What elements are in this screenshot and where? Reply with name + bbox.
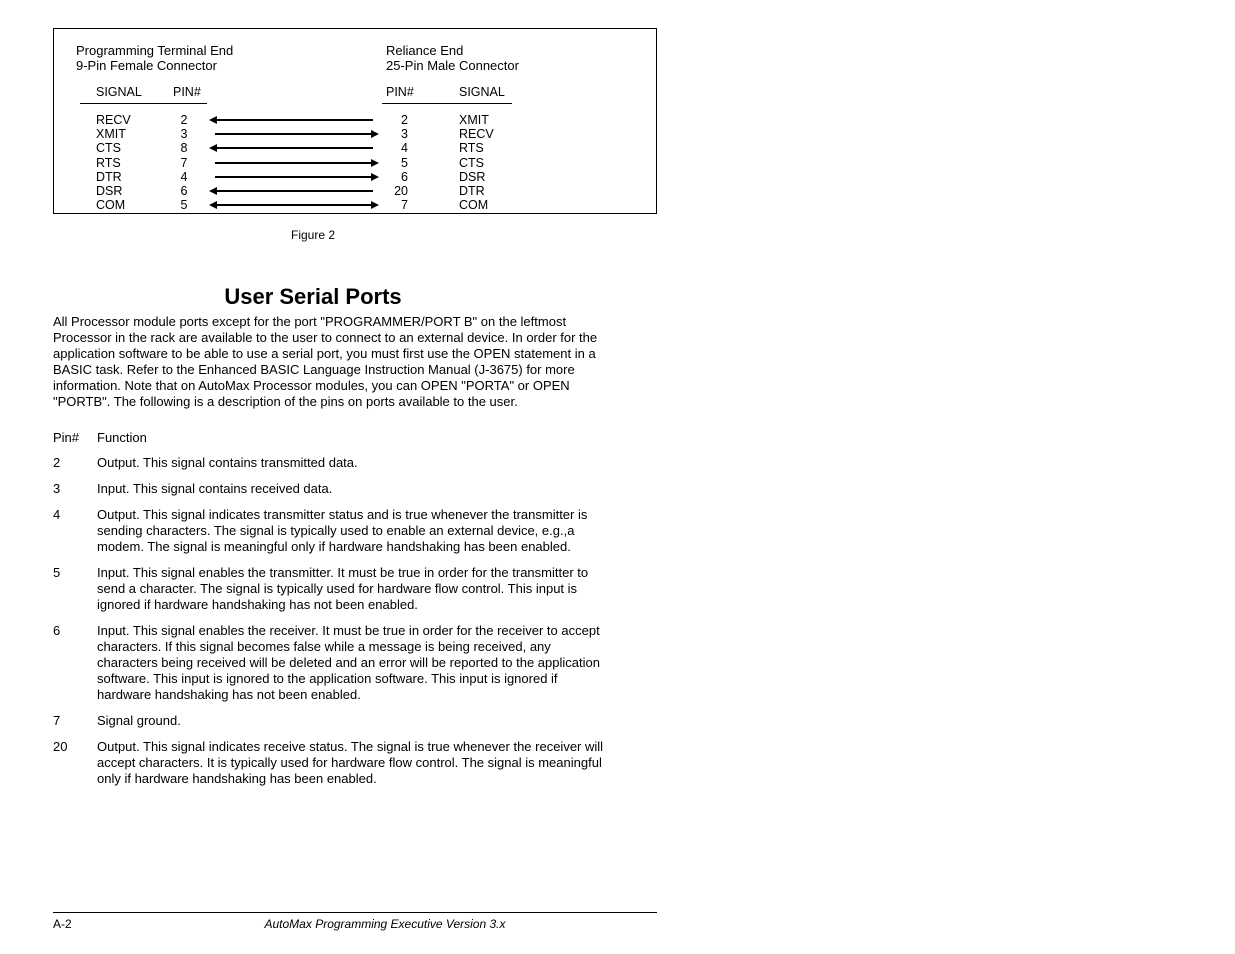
pin-function-text: Output. This signal contains transmitted… [97,455,613,471]
col-header-signal-left: SIGNAL [96,85,142,99]
pin-number: 6 [53,623,97,703]
signal-left: COM [96,198,125,212]
pin-function-row: 6Input. This signal enables the receiver… [53,623,613,703]
pin-function-row: 4Output. This signal indicates transmitt… [53,507,613,555]
diagram-row: COM 5 7 COM [76,198,634,212]
pin-right: 20 [394,184,408,198]
pin-left: 3 [179,127,189,141]
left-header-line1: Programming Terminal End [76,43,233,58]
right-connector-header: Reliance End 25-Pin Male Connector [386,43,519,73]
signal-left: CTS [96,141,121,155]
signal-right: DSR [459,170,485,184]
pin-header-number: Pin# [53,430,97,445]
diagram-row: RECV 2 2 XMIT [76,113,634,127]
pin-function-row: 5Input. This signal enables the transmit… [53,565,613,613]
pin-function-table: Pin# Function 2Output. This signal conta… [53,430,657,787]
pin-right: 3 [394,127,408,141]
col-header-signal-right: SIGNAL [459,85,505,99]
signal-left: RECV [96,113,131,127]
pin-left: 2 [179,113,189,127]
page-footer: A-2 AutoMax Programming Executive Versio… [53,912,657,931]
diagram-row: DSR 6 20 DTR [76,184,634,198]
pin-function-text: Output. This signal indicates receive st… [97,739,613,787]
figure-caption: Figure 2 [213,228,413,242]
right-header-line1: Reliance End [386,43,519,58]
arrow-icon [209,133,379,135]
page-number: A-2 [53,917,113,931]
left-connector-header: Programming Terminal End 9-Pin Female Co… [76,43,233,73]
pin-number: 4 [53,507,97,555]
pin-function-row: 2Output. This signal contains transmitte… [53,455,613,471]
pin-number: 7 [53,713,97,729]
diagram-row: RTS 7 5 CTS [76,156,634,170]
diagram-row: XMIT 3 3 RECV [76,127,634,141]
pin-left: 7 [179,156,189,170]
pin-function-row: 20Output. This signal indicates receive … [53,739,613,787]
pin-function-text: Signal ground. [97,713,613,729]
pin-right: 5 [394,156,408,170]
pin-left: 8 [179,141,189,155]
section-heading: User Serial Ports [53,284,573,310]
pin-right: 6 [394,170,408,184]
arrow-icon [209,204,379,206]
arrow-icon [209,162,379,164]
signal-left: XMIT [96,127,126,141]
pin-function-text: Input. This signal contains received dat… [97,481,613,497]
signal-right: XMIT [459,113,489,127]
pin-function-text: Input. This signal enables the transmitt… [97,565,613,613]
diagram-row: DTR 4 6 DSR [76,170,634,184]
arrow-icon [209,119,379,121]
signal-right: CTS [459,156,484,170]
pin-left: 4 [179,170,189,184]
pin-left: 6 [179,184,189,198]
right-header-line2: 25-Pin Male Connector [386,58,519,73]
intro-paragraph: All Processor module ports except for th… [53,314,608,410]
pin-number: 5 [53,565,97,613]
arrow-icon [209,190,379,192]
arrow-icon [209,176,379,178]
col-header-pin-left: PIN# [173,85,201,99]
signal-right: COM [459,198,488,212]
pinout-diagram: Programming Terminal End 9-Pin Female Co… [53,28,657,214]
signal-left: RTS [96,156,121,170]
signal-right: RECV [459,127,494,141]
pin-number: 2 [53,455,97,471]
pin-function-row: 3Input. This signal contains received da… [53,481,613,497]
footer-title: AutoMax Programming Executive Version 3.… [113,917,657,931]
pin-right: 2 [394,113,408,127]
pin-function-text: Output. This signal indicates transmitte… [97,507,613,555]
left-header-line2: 9-Pin Female Connector [76,58,233,73]
pin-function-row: 7Signal ground. [53,713,613,729]
pin-function-text: Input. This signal enables the receiver.… [97,623,613,703]
col-header-pin-right: PIN# [386,85,414,99]
signal-left: DSR [96,184,122,198]
signal-right: DTR [459,184,485,198]
pin-left: 5 [179,198,189,212]
pin-number: 3 [53,481,97,497]
pin-right: 7 [394,198,408,212]
signal-left: DTR [96,170,122,184]
pin-number: 20 [53,739,97,787]
pin-right: 4 [394,141,408,155]
pin-header-function: Function [97,430,147,445]
diagram-row: CTS 8 4 RTS [76,141,634,155]
arrow-icon [209,147,379,149]
signal-right: RTS [459,141,484,155]
